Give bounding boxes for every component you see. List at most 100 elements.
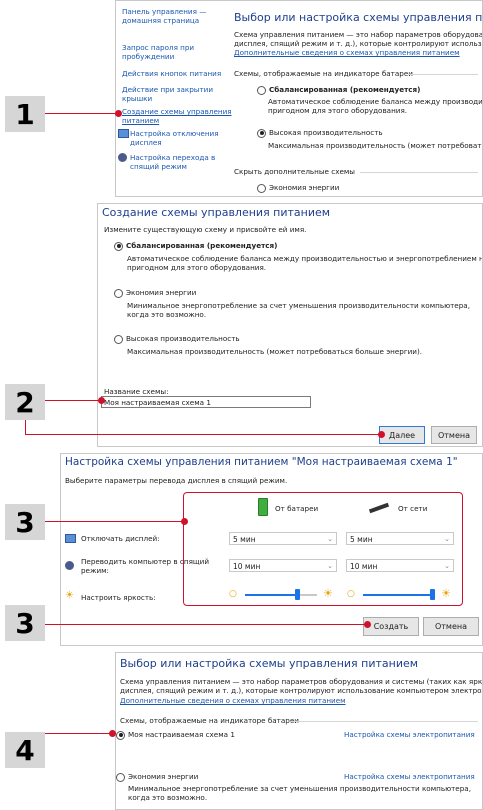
brightness-battery-slider[interactable] — [245, 589, 317, 601]
radio-power-saver[interactable] — [257, 183, 266, 193]
page-title: Настройка схемы управления питанием "Моя… — [65, 456, 458, 468]
plan-power-saver-desc: Минимальное энергопотребление за счет ум… — [127, 301, 470, 319]
edit-plan-settings-panel: Настройка схемы управления питанием "Моя… — [60, 453, 483, 646]
moon-icon — [118, 153, 127, 162]
page-title: Создание схемы управления питанием — [102, 206, 331, 219]
brightness-plugged-slider[interactable] — [363, 589, 435, 601]
step-badge-4: 4 — [5, 732, 45, 768]
hide-divider — [360, 172, 478, 173]
display-icon — [65, 534, 76, 543]
more-info-link[interactable]: Дополнительные сведения о схемах управле… — [120, 696, 346, 705]
plan-power-saver[interactable]: Экономия энергии — [114, 288, 196, 298]
sleep-battery-select[interactable]: 10 мин ⌄ — [229, 559, 337, 572]
callout-dot-2b — [378, 431, 385, 438]
column-header-battery: От батареи — [275, 504, 319, 513]
power-options-panel-4: Выбор или настройка схемы управления пит… — [115, 652, 483, 810]
callout-dot-1 — [115, 110, 122, 117]
page-description: Схема управления питанием — это набор па… — [120, 677, 483, 695]
brightness-label: Настроить яркость: — [81, 593, 156, 602]
display-icon — [118, 129, 129, 138]
slider-thumb[interactable] — [295, 589, 300, 600]
callout-line-1 — [45, 113, 118, 114]
plan-custom[interactable]: Моя настраиваемая схема 1 — [116, 730, 235, 740]
page-description: Схема управления питанием — это набор па… — [234, 30, 483, 48]
brightness-low-icon: ○ — [229, 589, 237, 599]
plan-balanced-desc: Автоматическое соблюдение баланса между … — [127, 254, 483, 272]
radio-custom-plan[interactable] — [116, 730, 125, 740]
brightness-high-icon: ☀ — [441, 587, 451, 600]
plan-balanced-desc: Автоматическое соблюдение баланса между … — [268, 97, 483, 115]
plan-balanced[interactable]: Сбалансированная (рекомендуется) — [114, 241, 277, 251]
group-divider — [408, 74, 478, 75]
callout-dot-3b — [364, 621, 371, 628]
display-off-plugged-select[interactable]: 5 мин ⌄ — [346, 532, 454, 545]
cancel-button[interactable]: Отмена — [423, 617, 479, 636]
brightness-high-icon: ☀ — [323, 587, 333, 600]
callout-line-2b — [25, 434, 381, 435]
power-options-panel-1: Панель управления — домашняя страница За… — [115, 0, 483, 197]
plan-name-input[interactable]: Моя настраиваемая схема 1 — [101, 396, 311, 408]
sidebar-link-control-panel-home[interactable]: Панель управления — домашняя страница — [122, 7, 232, 25]
radio-balanced[interactable] — [257, 85, 266, 95]
chevron-down-icon: ⌄ — [327, 535, 333, 543]
sidebar-link-sleep[interactable]: Настройка перехода в спящий режим — [130, 153, 230, 171]
plan-high-performance[interactable]: Высокая производительность — [114, 334, 240, 344]
page-subtitle: Выберите параметры перевода дисплея в сп… — [65, 476, 288, 485]
chevron-down-icon: ⌄ — [444, 562, 450, 570]
plan-power-saver-desc: Минимальное энергопотребление за счет ум… — [128, 784, 471, 802]
radio-power-saver[interactable] — [116, 772, 125, 782]
callout-line-2 — [45, 400, 101, 401]
plan-high-performance[interactable]: Высокая производительность — [257, 128, 383, 138]
group-label-battery-plans: Схемы, отображаемые на индикаторе батаре… — [234, 69, 413, 78]
next-button[interactable]: Далее — [379, 426, 425, 444]
callout-line-3b — [45, 624, 367, 625]
radio-high-performance[interactable] — [114, 334, 123, 344]
create-button[interactable]: Создать — [363, 617, 419, 636]
step-badge-3a: 3 — [5, 504, 45, 540]
sidebar-link-display-off[interactable]: Настройка отключения дисплея — [130, 129, 230, 147]
sidebar-link-require-password[interactable]: Запрос пароля при пробуждении — [122, 43, 232, 61]
callout-dot-4 — [109, 730, 116, 737]
battery-icon — [258, 498, 268, 516]
plan-balanced[interactable]: Сбалансированная (рекомендуется) — [257, 85, 420, 95]
sleep-label: Переводить компьютер в спящий режим: — [81, 557, 210, 575]
callout-dot-3a — [181, 518, 188, 525]
change-plan-settings-link[interactable]: Настройка схемы электропитания — [344, 772, 475, 781]
sleep-plugged-select[interactable]: 10 мин ⌄ — [346, 559, 454, 572]
chevron-down-icon: ⌄ — [327, 562, 333, 570]
step-badge-2: 2 — [5, 384, 45, 420]
sun-icon: ☀ — [65, 590, 74, 601]
display-off-label: Отключать дисплей: — [81, 534, 160, 543]
sidebar-link-power-buttons[interactable]: Действия кнопок питания — [122, 69, 232, 78]
callout-dot-2 — [98, 397, 105, 404]
page-subtitle: Измените существующую схему и присвойте … — [104, 225, 307, 234]
radio-power-saver[interactable] — [114, 288, 123, 298]
plan-power-saver[interactable]: Экономия энергии — [116, 772, 198, 782]
brightness-low-icon: ○ — [347, 589, 355, 599]
radio-balanced[interactable] — [114, 241, 123, 251]
moon-icon — [65, 561, 74, 570]
callout-line-3a — [45, 521, 184, 522]
create-power-plan-panel: Создание схемы управления питанием Измен… — [97, 203, 483, 447]
plan-power-saver[interactable]: Экономия энергии — [257, 183, 339, 193]
callout-line-2-down — [25, 420, 26, 434]
change-plan-settings-link[interactable]: Настройка схемы электропитания — [344, 730, 475, 739]
page-title: Выбор или настройка схемы управления пит… — [120, 657, 419, 670]
slider-fill — [245, 594, 297, 596]
slider-thumb[interactable] — [430, 589, 435, 600]
plan-high-performance-desc: Максимальная производительность (может п… — [268, 141, 483, 150]
slider-fill — [363, 594, 432, 596]
sidebar-link-lid-close[interactable]: Действие при закрытии крышки — [122, 85, 232, 103]
step-badge-3b: 3 — [5, 605, 45, 641]
page-title: Выбор или настройка схемы управления пит… — [234, 11, 483, 24]
sidebar-link-create-power-plan[interactable]: Создание схемы управления питанием — [122, 107, 232, 125]
chevron-down-icon: ⌄ — [444, 535, 450, 543]
radio-high-performance[interactable] — [257, 128, 266, 138]
display-off-battery-select[interactable]: 5 мин ⌄ — [229, 532, 337, 545]
hide-extra-plans[interactable]: Скрыть дополнительные схемы — [234, 167, 355, 176]
cancel-button[interactable]: Отмена — [431, 426, 477, 444]
column-header-plugged: От сети — [398, 504, 428, 513]
more-info-link[interactable]: Дополнительные сведения о схемах управле… — [234, 48, 460, 57]
plan-high-performance-desc: Максимальная производительность (может п… — [127, 347, 423, 356]
callout-line-4 — [45, 733, 111, 734]
